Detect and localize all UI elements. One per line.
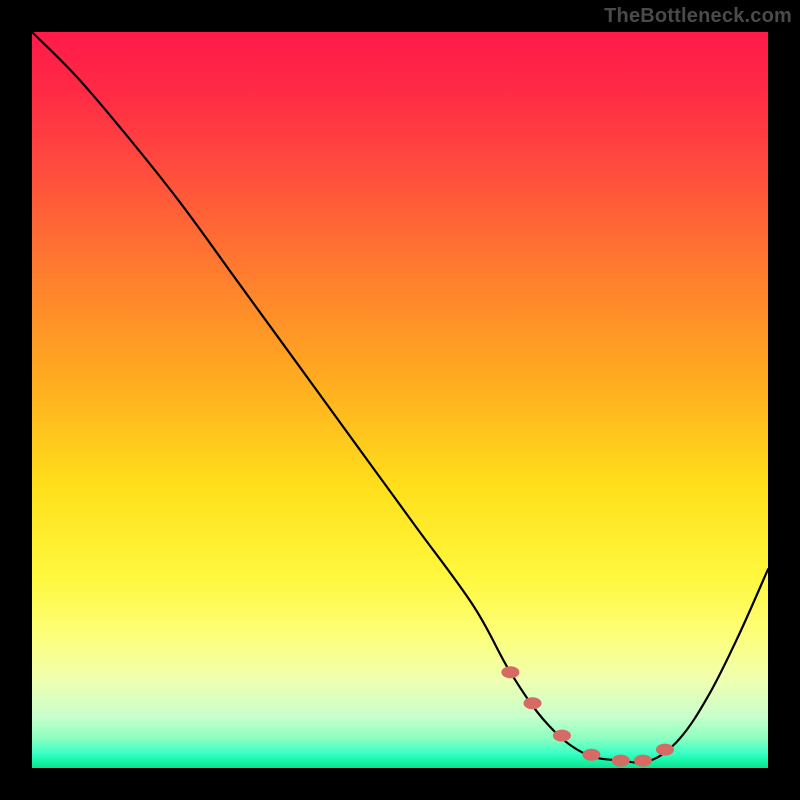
gradient-background (32, 32, 768, 768)
chart-frame (32, 32, 768, 768)
watermark-text: TheBottleneck.com (604, 5, 792, 28)
